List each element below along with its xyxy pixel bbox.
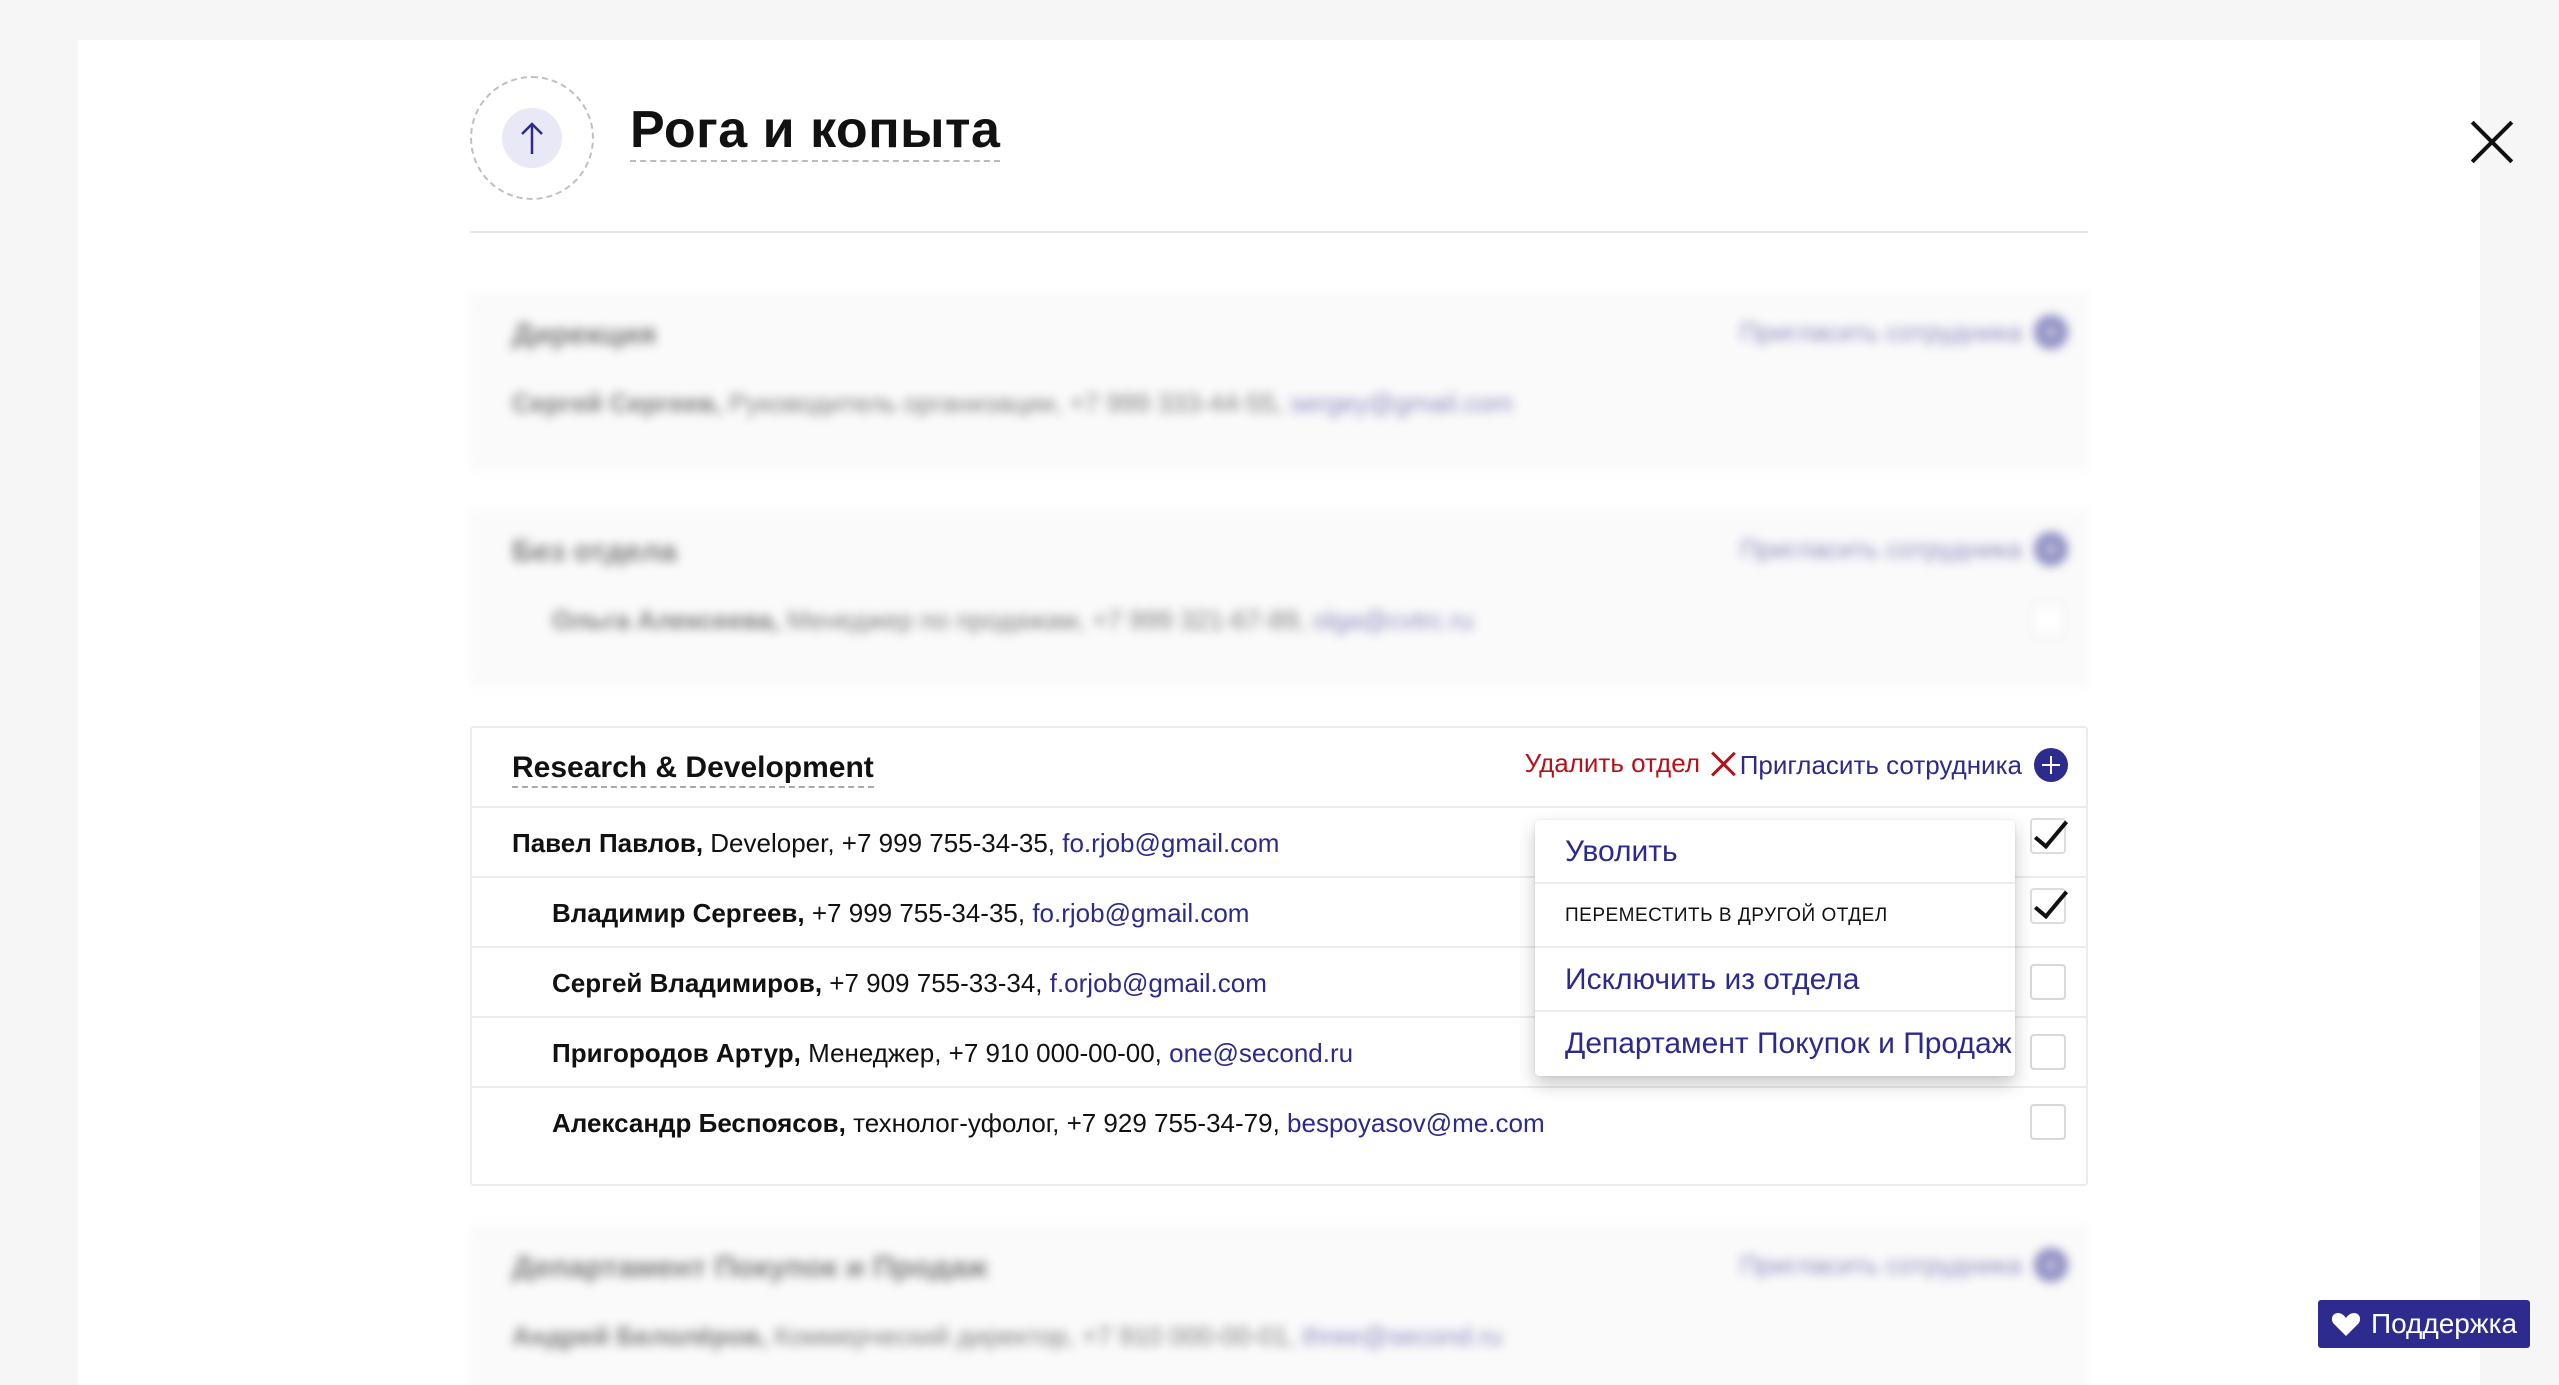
employee-details: Developer, +7 999 755-34-35, — [703, 828, 1063, 858]
title-divider — [470, 231, 2088, 233]
employee-details: Менеджер, +7 910 000-00-00, — [800, 1038, 1170, 1068]
department-card-direction: Дирекция Пригласить сотрудника Сергей Се… — [470, 293, 2088, 469]
employee-text: Сергей Владимиров, +7 909 755-33-34, f.o… — [552, 948, 1267, 1018]
delete-department-button[interactable]: Удалить отдел — [1525, 748, 1736, 779]
plus-circle-icon — [2034, 315, 2068, 349]
menu-item-fire[interactable]: Уволить — [1535, 820, 2015, 884]
heart-icon — [2331, 1313, 2361, 1336]
employee-checkbox[interactable] — [2030, 1104, 2066, 1140]
employee-text: Павел Павлов, Developer, +7 999 755-34-3… — [512, 808, 1279, 878]
employee-name: Пригородов Артур, — [552, 1038, 801, 1068]
employee-name: Владимир Сергеев, — [552, 898, 805, 928]
org-title[interactable]: Рога и копыта — [630, 100, 1001, 162]
employee-details: +7 909 755-33-34, — [822, 968, 1050, 998]
menu-caption-move: переместить в другой отдел — [1535, 884, 2015, 948]
invite-label: Пригласить сотрудника — [1739, 749, 2022, 780]
delete-department-label: Удалить отдел — [1524, 748, 1700, 778]
employee-email[interactable]: bespoyasov@me.com — [1287, 1108, 1545, 1138]
employee-checkbox[interactable] — [2030, 1034, 2066, 1070]
employee-details: технолог-уфолог, +7 929 755-34-79, — [845, 1108, 1288, 1138]
employee-name: Сергей Владимиров, — [552, 968, 823, 998]
logo-upload-inner — [502, 108, 562, 168]
employee-row: Сергей Сергеев, Руководитель организации… — [472, 373, 2086, 433]
employee-text: Сергей Сергеев, Руководитель организации… — [512, 388, 1513, 418]
department-card-no-dept: Без отдела Пригласить сотрудника Ольга А… — [470, 510, 2088, 686]
employee-email[interactable]: f.orjob@gmail.com — [1050, 968, 1267, 998]
logo-upload-button[interactable] — [470, 76, 594, 200]
invite-label: Пригласить сотрудника — [1739, 1249, 2022, 1280]
department-card-sales: Департамент Покупок и Продаж Пригласить … — [470, 1226, 2088, 1385]
employee-checkbox[interactable] — [2030, 818, 2066, 854]
plus-circle-icon — [2034, 748, 2068, 782]
employee-checkbox[interactable] — [2030, 964, 2066, 1000]
department-name: Без отдела — [512, 535, 677, 568]
employee-row: Андрей Белолёров, Коммерческий директор,… — [472, 1306, 2086, 1366]
invite-employee-button[interactable]: Пригласить сотрудника — [1740, 748, 2068, 782]
invite-employee-button: Пригласить сотрудника — [1740, 315, 2068, 349]
employee-text: Пригородов Артур, Менеджер, +7 910 000-0… — [552, 1018, 1353, 1088]
employee-checkbox[interactable] — [2030, 888, 2066, 924]
menu-item-exclude[interactable]: Исключить из отдела — [1535, 948, 2015, 1012]
department-name: Дирекция — [512, 318, 657, 351]
employee-row: Александр Беспоясов, технолог-уфолог, +7… — [472, 1086, 2086, 1182]
support-label: Поддержка — [2370, 1308, 2518, 1339]
employee-name: Александр Беспоясов, — [552, 1108, 846, 1138]
menu-item-target-dept[interactable]: Департамент Покупок и Продаж — [1535, 1012, 2015, 1076]
invite-employee-button: Пригласить сотрудника — [1740, 1248, 2068, 1282]
invite-employee-button: Пригласить сотрудника — [1740, 532, 2068, 566]
arrow-up-icon — [521, 122, 543, 154]
department-name[interactable]: Research & Development — [512, 750, 874, 788]
invite-label: Пригласить сотрудника — [1739, 533, 2022, 564]
plus-circle-icon — [2034, 532, 2068, 566]
invite-label: Пригласить сотрудника — [1739, 316, 2022, 347]
department-header: Департамент Покупок и Продаж Пригласить … — [472, 1228, 2086, 1306]
employee-email[interactable]: fo.rjob@gmail.com — [1032, 898, 1249, 928]
plus-circle-icon — [2034, 1248, 2068, 1282]
department-header: Research & Development Удалить отдел При… — [472, 728, 2086, 806]
employee-text: Владимир Сергеев, +7 999 755-34-35, fo.r… — [552, 878, 1249, 948]
support-button[interactable]: Поддержка — [2318, 1300, 2530, 1348]
close-icon[interactable] — [2468, 118, 2516, 166]
employee-row: Ольга Алексеева, Менеджер по продажам, +… — [472, 590, 2086, 650]
employee-actions-menu: Уволить переместить в другой отдел Исклю… — [1535, 820, 2015, 1076]
employee-text: Андрей Белолёров, Коммерческий директор,… — [512, 1321, 1503, 1351]
employee-name: Павел Павлов, — [512, 828, 704, 858]
department-name: Департамент Покупок и Продаж — [512, 1251, 988, 1284]
employee-details: +7 999 755-34-35, — [804, 898, 1033, 928]
employee-text: Александр Беспоясов, технолог-уфолог, +7… — [552, 1088, 1545, 1158]
department-header: Без отдела Пригласить сотрудника — [472, 512, 2086, 590]
delete-x-icon — [1710, 751, 1736, 777]
employee-checkbox — [2030, 602, 2066, 638]
employee-text: Ольга Алексеева, Менеджер по продажам, +… — [552, 605, 1474, 635]
employee-email[interactable]: fo.rjob@gmail.com — [1062, 828, 1279, 858]
department-header: Дирекция Пригласить сотрудника — [472, 295, 2086, 373]
employee-email[interactable]: one@second.ru — [1169, 1038, 1353, 1068]
